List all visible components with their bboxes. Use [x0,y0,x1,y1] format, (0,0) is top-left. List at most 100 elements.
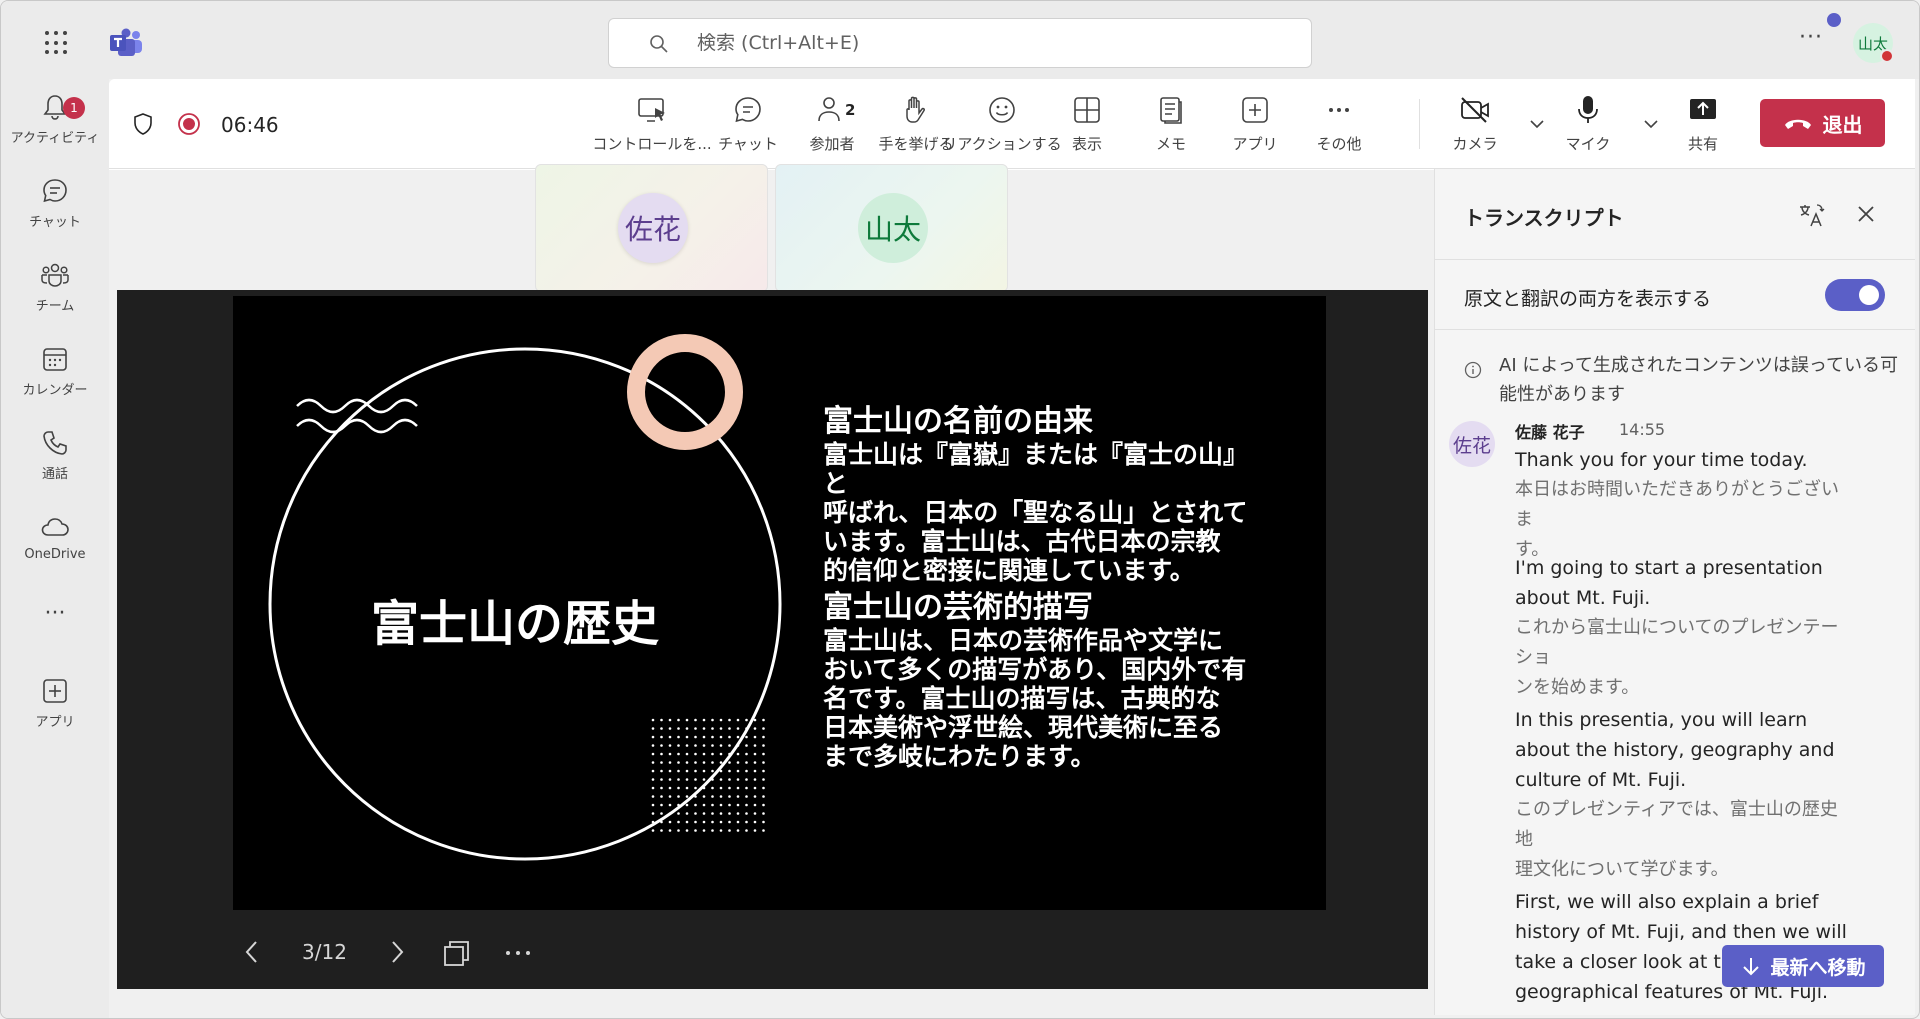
toolbar-divider [1419,99,1420,149]
slide-dot [711,752,714,756]
slide-dot [711,769,714,773]
chat-button[interactable]: チャット [703,93,793,154]
slide-more-icon[interactable] [502,938,534,968]
rail-item-label: チャット [29,215,81,230]
slide-dot [651,786,655,790]
rail-item-label: アプリ [35,715,75,730]
slide-sorter-icon[interactable] [442,938,472,968]
rail-item-activity[interactable]: アクティビティ 1 [1,91,109,161]
slide-dot [745,820,748,824]
slide-dot [736,786,740,790]
toolbar-label: その他 [1316,135,1362,153]
notes-button[interactable]: メモ [1126,93,1216,154]
take-control-button[interactable]: コントロールを... [592,93,712,154]
slide-line: まで多岐にわたります。 [823,742,1096,771]
rail-item-calendar[interactable]: カレンダー [1,343,109,413]
add-app-icon [1242,97,1268,123]
slide-line: 日本美術や浮世絵、現代美術に至る [823,713,1224,742]
slide-dot [694,795,697,798]
app-launcher-icon[interactable] [45,31,69,55]
slide-dot [651,803,655,807]
meeting-timer: 06:46 [221,113,279,137]
more-options-icon[interactable]: ··· [1799,25,1823,50]
rail-item-more[interactable]: ··· [1,597,109,667]
slide-dot [702,761,706,764]
slide-dot [702,803,706,807]
slide-dot [702,778,706,781]
slide-dot [651,718,655,722]
slide-dot [668,829,672,832]
slide-dot [668,786,672,790]
toolbar-label: チャット [718,135,778,153]
previous-slide-icon[interactable] [242,938,262,966]
slide-dot [711,820,714,824]
rail-item-apps[interactable]: アプリ [1,675,109,745]
slide-dot [685,752,689,756]
participants-button[interactable]: 2 参加者 [787,93,877,154]
notes-icon [1160,97,1182,124]
transcript-line: history of Mt. Fuji, and then we will [1515,921,1847,943]
rail-item-label: OneDrive [24,547,86,562]
slide-dot [685,820,689,824]
slide-dot [651,752,655,756]
slide-dot [719,752,723,756]
slide-dot [728,803,731,807]
search-input[interactable] [697,29,1277,57]
slide-dot [745,744,748,747]
slide-dot [711,812,714,815]
transcript-line: 理文化について学びます。 [1515,859,1729,880]
transcript-original: I'm going to start a presentation about … [1515,553,1855,613]
transcript-translation: 本日はお時間いただきありがとうございま す。 [1515,475,1855,565]
next-slide-icon[interactable] [387,938,407,966]
slide-dot [711,803,714,807]
speaker-name: 佐藤 花子 [1515,423,1585,442]
apps-button[interactable]: アプリ [1210,93,1300,154]
slide-dot [694,769,697,773]
panel-title: トランスクリプト [1464,206,1624,230]
slide-dot [745,812,748,815]
slide-dot [660,786,663,790]
slide-dot [719,778,723,781]
slide-dot [668,795,672,798]
mic-button[interactable]: マイク [1543,93,1633,154]
slide-dot [762,735,765,739]
close-icon[interactable] [1855,203,1877,225]
shield-icon[interactable] [131,112,155,136]
jump-to-latest-button[interactable]: 最新へ移動 [1722,945,1884,987]
camera-button[interactable]: カメラ [1430,93,1520,154]
slide-dot [745,829,748,832]
view-button[interactable]: 表示 [1042,93,1132,154]
participant-tile[interactable]: 佐花 [535,164,768,292]
toolbar-label: 共有 [1687,135,1718,153]
slide-dot [728,778,731,781]
slide-dot [677,752,680,756]
react-button[interactable]: リアクションする [942,93,1062,154]
transcript-translation: このプレゼンティアでは、富士山の歴史地 理文化について学びます。 [1515,795,1855,885]
translate-icon[interactable] [1797,201,1825,229]
slide-dot [736,735,740,739]
slide-dot [651,769,655,773]
rail-item-teams[interactable]: チーム [1,259,109,329]
slide-dot [762,803,765,807]
search-box[interactable] [608,18,1312,68]
transcript-line: Thank you for your time today. [1515,449,1808,471]
rail-item-calls[interactable]: 通話 [1,427,109,497]
slide-dot [702,744,706,747]
slide-dot [668,803,672,807]
divider [1435,329,1915,330]
share-button[interactable]: 共有 [1658,93,1748,154]
slide-dot [719,769,723,773]
more-button[interactable]: その他 [1294,93,1384,154]
slide-dot [719,744,723,747]
slide-dot [694,803,697,807]
participant-tile[interactable]: 山太 [775,164,1008,292]
teams-logo [110,28,142,56]
cloud-icon [41,518,69,536]
rail-item-chat[interactable]: チャット [1,175,109,245]
slide-dot [694,820,697,824]
show-both-toggle[interactable] [1825,279,1885,311]
leave-button[interactable]: 退出 [1760,99,1885,147]
more-horizontal-icon [1329,108,1349,112]
rail-item-onedrive[interactable]: OneDrive [1,511,109,581]
slide-dot [694,735,697,739]
